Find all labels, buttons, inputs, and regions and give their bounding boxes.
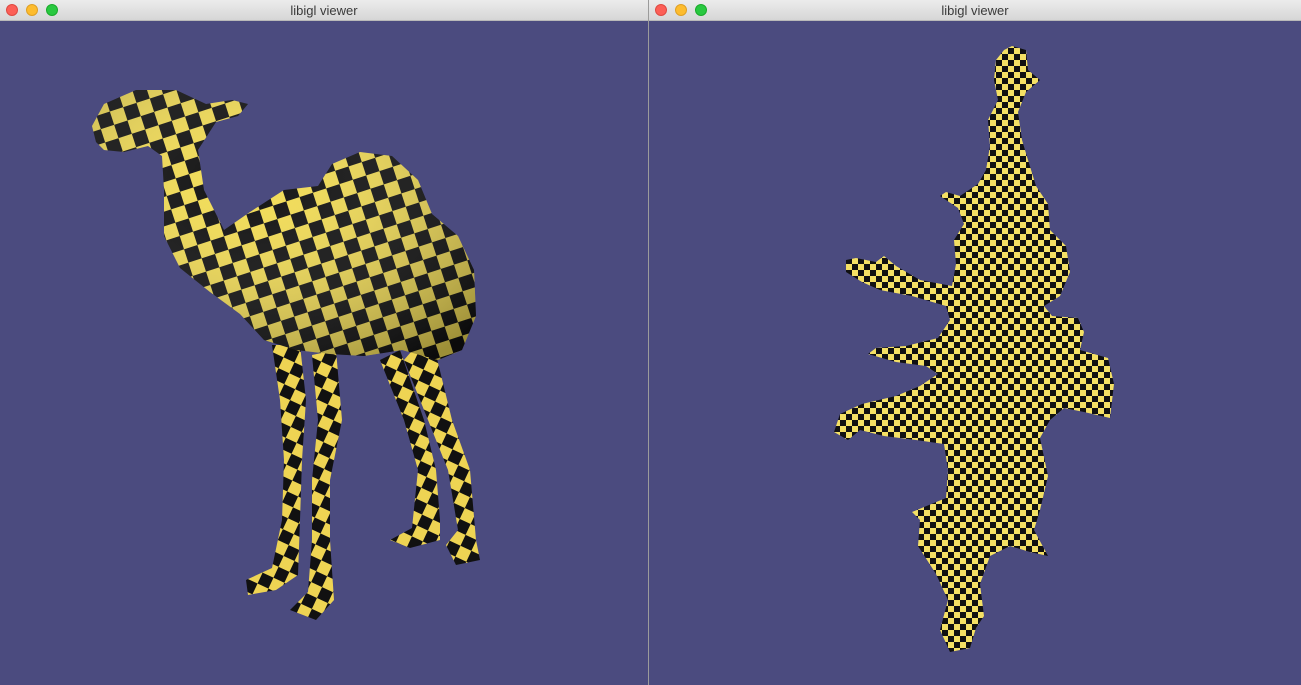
window-title: libigl viewer xyxy=(941,3,1009,18)
viewer-window-uv: libigl viewer xyxy=(649,0,1301,685)
3d-viewport[interactable] xyxy=(0,21,648,685)
camel-mesh xyxy=(92,90,480,620)
window-title: libigl viewer xyxy=(290,3,358,18)
titlebar[interactable]: libigl viewer xyxy=(649,0,1301,21)
uv-viewport[interactable] xyxy=(649,21,1301,685)
viewer-window-3d: libigl viewer xyxy=(0,0,648,685)
uv-shape xyxy=(834,46,1114,652)
titlebar[interactable]: libigl viewer xyxy=(0,0,648,21)
uv-parameterization xyxy=(834,46,1114,652)
camel-body xyxy=(92,90,480,620)
